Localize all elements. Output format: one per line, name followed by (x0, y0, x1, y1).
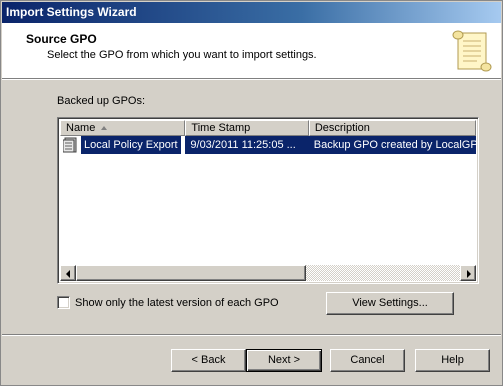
footer-divider-highlight (2, 335, 501, 336)
wizard-header: Source GPO Select the GPO from which you… (2, 23, 501, 79)
column-timestamp-label: Time Stamp (191, 122, 251, 134)
scrollbar-thumb[interactable] (76, 265, 306, 281)
list-item-name-cell: Local Policy Export (60, 136, 185, 154)
column-header-description[interactable]: Description (308, 120, 476, 136)
list-item-description: Backup GPO created by LocalGPO (308, 136, 476, 154)
window-title: Import Settings Wizard (6, 5, 137, 19)
horizontal-scrollbar[interactable] (60, 265, 476, 281)
column-header-timestamp[interactable]: Time Stamp (185, 120, 309, 136)
list-header: Name Time Stamp Description (60, 120, 476, 136)
latest-only-label: Show only the latest version of each GPO (75, 296, 279, 309)
scroll-icon (452, 30, 492, 72)
column-description-label: Description (314, 122, 370, 134)
page-title: Source GPO (26, 32, 97, 46)
gpo-icon (63, 137, 77, 153)
arrow-left-icon (66, 270, 70, 278)
scroll-left-button[interactable] (60, 265, 76, 281)
column-header-name[interactable]: Name (60, 120, 186, 136)
sort-ascending-icon (101, 126, 107, 130)
column-name-label: Name (66, 122, 96, 134)
view-settings-button[interactable]: View Settings... (326, 292, 454, 315)
list-item-timestamp: 9/03/2011 11:25:05 ... (185, 136, 309, 154)
gpo-list[interactable]: Name Time Stamp Description Local Policy (57, 117, 479, 284)
header-divider (2, 79, 501, 80)
scroll-right-button[interactable] (460, 265, 476, 281)
help-button[interactable]: Help (415, 349, 490, 372)
wizard-window: Import Settings Wizard Source GPO Select… (0, 0, 503, 386)
next-button[interactable]: Next > (246, 349, 322, 372)
back-button[interactable]: < Back (171, 349, 246, 372)
title-bar[interactable]: Import Settings Wizard (2, 2, 501, 23)
latest-only-option[interactable]: Show only the latest version of each GPO (57, 296, 279, 309)
cancel-button[interactable]: Cancel (330, 349, 405, 372)
gpo-list-label: Backed up GPOs: (57, 95, 146, 107)
list-item[interactable]: Local Policy Export 9/03/2011 11:25:05 .… (60, 136, 476, 154)
list-item-name: Local Policy Export (80, 136, 182, 154)
latest-only-checkbox[interactable] (57, 296, 70, 309)
arrow-right-icon (467, 270, 471, 278)
page-subtitle: Select the GPO from which you want to im… (47, 49, 317, 61)
